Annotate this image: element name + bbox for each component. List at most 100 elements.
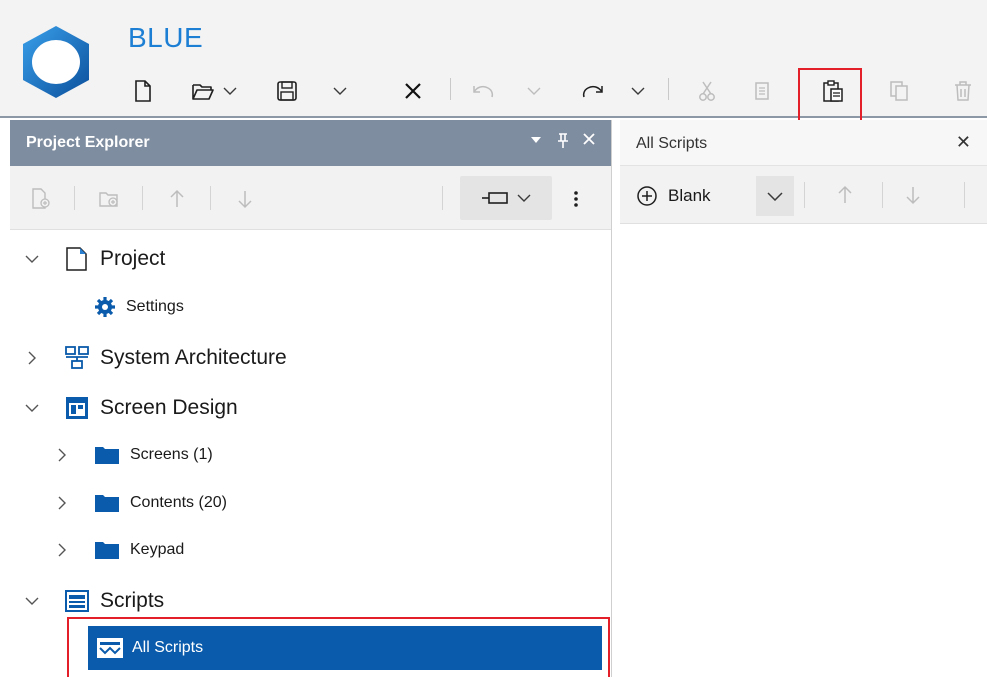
panel-menu-icon[interactable] <box>530 132 542 150</box>
move-up-button[interactable] <box>162 184 192 214</box>
add-file-icon <box>32 188 50 209</box>
app-logo-icon <box>23 26 89 98</box>
tab-title: All Scripts <box>636 135 708 152</box>
redo-button[interactable] <box>578 72 608 110</box>
ribbon-header: BLUE <box>0 0 987 122</box>
more-options-button[interactable] <box>566 184 586 214</box>
chevron-right-icon[interactable] <box>54 495 70 511</box>
tree-item-label: Screens (1) <box>130 446 213 463</box>
folder-icon <box>95 447 119 464</box>
open-button[interactable] <box>188 72 218 110</box>
save-dropdown[interactable] <box>328 72 352 110</box>
tree-item-contents[interactable]: Contents (20) <box>94 483 227 523</box>
move-up-icon <box>838 185 852 203</box>
chevron-down-icon <box>223 87 237 95</box>
cut-icon <box>699 81 715 101</box>
toolbar-separator <box>210 186 211 210</box>
more-options-icon <box>574 191 578 207</box>
chevron-down-icon <box>517 194 531 202</box>
tree-item-label: System Architecture <box>100 346 287 369</box>
undo-button[interactable] <box>468 72 498 110</box>
chevron-down-icon[interactable] <box>24 251 40 267</box>
tree-item-keypad[interactable]: Keypad <box>94 530 184 570</box>
delete-icon <box>955 81 971 101</box>
tree-item-system-architecture[interactable]: System Architecture <box>64 338 287 378</box>
undo-dropdown[interactable] <box>522 72 546 110</box>
chevron-down-icon <box>333 87 347 95</box>
document-tab[interactable]: All Scripts ✕ <box>620 120 987 166</box>
move-down-icon <box>238 191 252 209</box>
gear-icon <box>95 297 115 317</box>
toolbar-separator <box>668 78 669 100</box>
move-down-icon <box>906 187 920 205</box>
toolbar-separator <box>804 182 805 208</box>
toolbar-separator <box>142 186 143 210</box>
tree-item-label: Contents (20) <box>130 494 227 511</box>
duplicate-button[interactable] <box>884 72 914 110</box>
blank-dropdown[interactable] <box>756 176 794 216</box>
copy-icon <box>755 82 769 100</box>
duplicate-icon <box>890 81 908 101</box>
dock-dropdown-button[interactable] <box>460 176 552 220</box>
architecture-icon <box>65 346 89 369</box>
add-circle-icon <box>637 186 657 206</box>
copy-button[interactable] <box>748 72 778 110</box>
scripts-toolbar: Blank <box>620 166 987 224</box>
move-up-icon <box>170 189 184 207</box>
move-down-button[interactable] <box>230 184 260 214</box>
paste-highlight-box <box>798 68 862 122</box>
chevron-down-icon <box>527 87 541 95</box>
panel-title: Project Explorer <box>26 134 150 151</box>
toolbar-separator <box>882 182 883 208</box>
move-down-button[interactable] <box>898 180 928 210</box>
chevron-down-icon <box>767 192 783 201</box>
redo-dropdown[interactable] <box>626 72 650 110</box>
save-button[interactable] <box>272 72 302 110</box>
app-title: BLUE <box>128 22 204 53</box>
close-project-button[interactable] <box>398 72 428 110</box>
chevron-down-icon[interactable] <box>24 593 40 609</box>
project-explorer-toolbar <box>10 166 611 230</box>
chevron-right-icon[interactable] <box>24 350 40 366</box>
toolbar-separator <box>964 182 965 208</box>
new-file-button[interactable] <box>128 72 158 110</box>
chevron-down-icon[interactable] <box>24 400 40 416</box>
tree-item-scripts[interactable]: Scripts <box>64 581 164 621</box>
open-dropdown[interactable] <box>218 72 242 110</box>
pin-icon[interactable] <box>556 132 570 155</box>
chevron-right-icon[interactable] <box>54 447 70 463</box>
add-blank-script-button[interactable]: Blank <box>628 176 719 216</box>
tree-item-label: Project <box>100 247 166 270</box>
add-file-button[interactable] <box>26 184 56 214</box>
tree-item-screens[interactable]: Screens (1) <box>94 435 213 475</box>
close-panel-icon[interactable] <box>582 132 596 151</box>
new-file-icon <box>135 80 151 102</box>
toolbar-separator <box>442 186 443 210</box>
tree-item-project[interactable]: Project <box>64 239 165 279</box>
chevron-down-icon <box>631 87 645 95</box>
tree-item-label: Screen Design <box>100 396 238 419</box>
scripts-content-area <box>620 224 987 677</box>
toolbar-separator <box>450 78 451 100</box>
chevron-right-icon[interactable] <box>54 542 70 558</box>
undo-icon <box>473 85 494 98</box>
tree-item-label: Settings <box>126 298 184 315</box>
toolbar-separator <box>74 186 75 210</box>
tree-item-label: Scripts <box>100 589 165 612</box>
folder-icon <box>95 495 119 512</box>
all-scripts-highlight-box <box>67 617 610 677</box>
scripts-icon <box>65 590 89 612</box>
project-icon <box>66 247 87 271</box>
add-folder-icon <box>99 192 118 207</box>
move-up-button[interactable] <box>830 180 860 210</box>
cut-button[interactable] <box>692 72 722 110</box>
tree-item-settings[interactable]: Settings <box>94 287 184 327</box>
project-explorer-header: Project Explorer <box>10 120 611 166</box>
tree-item-screen-design[interactable]: Screen Design <box>64 388 238 428</box>
close-tab-icon[interactable]: ✕ <box>956 132 971 153</box>
dock-icon <box>482 192 508 204</box>
screen-design-icon <box>66 397 88 419</box>
delete-button[interactable] <box>948 72 978 110</box>
add-folder-button[interactable] <box>94 184 124 214</box>
open-folder-icon <box>192 84 214 100</box>
